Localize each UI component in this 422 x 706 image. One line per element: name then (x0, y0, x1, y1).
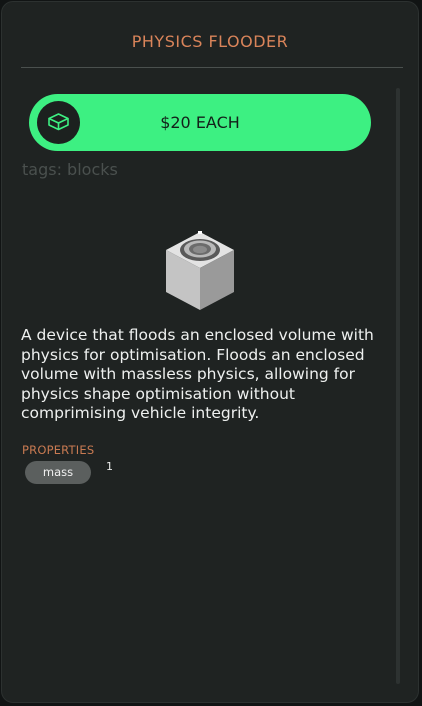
properties-heading: PROPERTIES (22, 443, 95, 457)
buy-price-label: $20 EACH (160, 113, 240, 132)
shop-item-panel: PHYSICS FLOODER $20 EACH tags: blocks A … (1, 1, 419, 703)
buy-button[interactable]: $20 EACH (29, 94, 371, 151)
property-value-mass: 1 (106, 460, 113, 473)
tags-label: tags: blocks (22, 160, 118, 179)
scrollbar[interactable] (396, 88, 400, 684)
product-block-icon (164, 228, 236, 312)
title-divider (21, 67, 403, 68)
item-description: A device that floods an enclosed volume … (21, 326, 374, 422)
panel-title: PHYSICS FLOODER (131, 32, 289, 51)
property-chip-mass: mass (25, 461, 91, 484)
